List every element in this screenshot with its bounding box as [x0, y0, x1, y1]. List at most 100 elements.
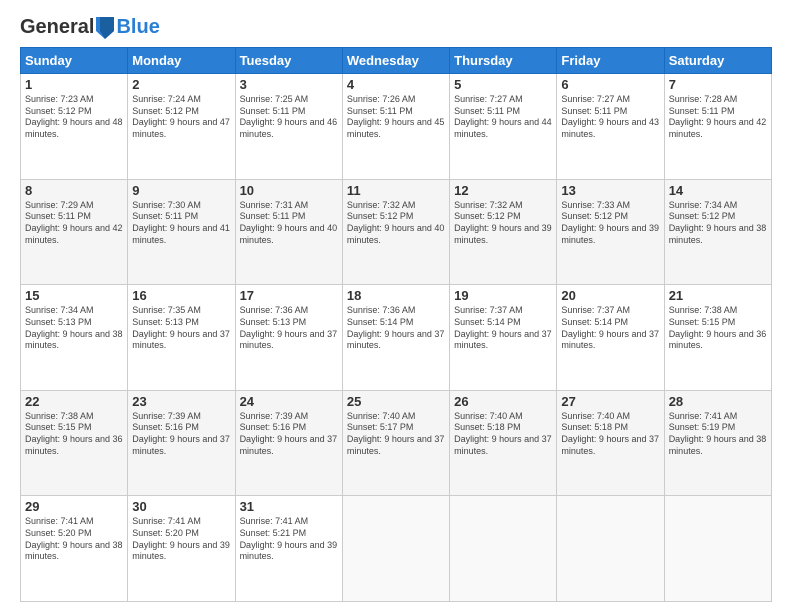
day-info: Sunrise: 7:40 AMSunset: 5:17 PMDaylight:…: [347, 411, 445, 456]
day-number: 18: [347, 288, 445, 303]
weekday-thursday: Thursday: [450, 48, 557, 74]
logo-blue: Blue: [116, 16, 159, 39]
day-number: 16: [132, 288, 230, 303]
day-number: 8: [25, 183, 123, 198]
day-cell-18: 18 Sunrise: 7:36 AMSunset: 5:14 PMDaylig…: [342, 285, 449, 391]
day-number: 28: [669, 394, 767, 409]
day-info: Sunrise: 7:38 AMSunset: 5:15 PMDaylight:…: [669, 305, 767, 350]
day-cell-27: 27 Sunrise: 7:40 AMSunset: 5:18 PMDaylig…: [557, 390, 664, 496]
day-number: 14: [669, 183, 767, 198]
day-info: Sunrise: 7:41 AMSunset: 5:21 PMDaylight:…: [240, 516, 338, 561]
calendar-body: 1 Sunrise: 7:23 AMSunset: 5:12 PMDayligh…: [21, 74, 772, 602]
day-info: Sunrise: 7:35 AMSunset: 5:13 PMDaylight:…: [132, 305, 230, 350]
day-cell-26: 26 Sunrise: 7:40 AMSunset: 5:18 PMDaylig…: [450, 390, 557, 496]
day-number: 13: [561, 183, 659, 198]
day-info: Sunrise: 7:38 AMSunset: 5:15 PMDaylight:…: [25, 411, 123, 456]
day-info: Sunrise: 7:29 AMSunset: 5:11 PMDaylight:…: [25, 200, 123, 245]
empty-cell: [664, 496, 771, 602]
week-row-4: 29 Sunrise: 7:41 AMSunset: 5:20 PMDaylig…: [21, 496, 772, 602]
day-cell-24: 24 Sunrise: 7:39 AMSunset: 5:16 PMDaylig…: [235, 390, 342, 496]
day-info: Sunrise: 7:25 AMSunset: 5:11 PMDaylight:…: [240, 94, 338, 139]
logo-general: General: [20, 16, 94, 39]
day-info: Sunrise: 7:27 AMSunset: 5:11 PMDaylight:…: [454, 94, 552, 139]
day-info: Sunrise: 7:26 AMSunset: 5:11 PMDaylight:…: [347, 94, 445, 139]
logo-icon: [96, 17, 114, 39]
weekday-saturday: Saturday: [664, 48, 771, 74]
day-number: 20: [561, 288, 659, 303]
day-number: 2: [132, 77, 230, 92]
day-info: Sunrise: 7:39 AMSunset: 5:16 PMDaylight:…: [132, 411, 230, 456]
day-number: 5: [454, 77, 552, 92]
day-cell-9: 9 Sunrise: 7:30 AMSunset: 5:11 PMDayligh…: [128, 179, 235, 285]
day-cell-7: 7 Sunrise: 7:28 AMSunset: 5:11 PMDayligh…: [664, 74, 771, 180]
day-cell-16: 16 Sunrise: 7:35 AMSunset: 5:13 PMDaylig…: [128, 285, 235, 391]
day-cell-4: 4 Sunrise: 7:26 AMSunset: 5:11 PMDayligh…: [342, 74, 449, 180]
week-row-3: 22 Sunrise: 7:38 AMSunset: 5:15 PMDaylig…: [21, 390, 772, 496]
day-info: Sunrise: 7:41 AMSunset: 5:20 PMDaylight:…: [132, 516, 230, 561]
day-cell-31: 31 Sunrise: 7:41 AMSunset: 5:21 PMDaylig…: [235, 496, 342, 602]
day-cell-14: 14 Sunrise: 7:34 AMSunset: 5:12 PMDaylig…: [664, 179, 771, 285]
day-info: Sunrise: 7:30 AMSunset: 5:11 PMDaylight:…: [132, 200, 230, 245]
day-cell-21: 21 Sunrise: 7:38 AMSunset: 5:15 PMDaylig…: [664, 285, 771, 391]
day-cell-30: 30 Sunrise: 7:41 AMSunset: 5:20 PMDaylig…: [128, 496, 235, 602]
day-number: 11: [347, 183, 445, 198]
day-number: 9: [132, 183, 230, 198]
weekday-tuesday: Tuesday: [235, 48, 342, 74]
header: General Blue: [20, 16, 772, 39]
empty-cell: [342, 496, 449, 602]
logo: General Blue: [20, 16, 160, 39]
day-cell-1: 1 Sunrise: 7:23 AMSunset: 5:12 PMDayligh…: [21, 74, 128, 180]
day-cell-25: 25 Sunrise: 7:40 AMSunset: 5:17 PMDaylig…: [342, 390, 449, 496]
day-cell-2: 2 Sunrise: 7:24 AMSunset: 5:12 PMDayligh…: [128, 74, 235, 180]
day-cell-17: 17 Sunrise: 7:36 AMSunset: 5:13 PMDaylig…: [235, 285, 342, 391]
day-cell-29: 29 Sunrise: 7:41 AMSunset: 5:20 PMDaylig…: [21, 496, 128, 602]
day-number: 27: [561, 394, 659, 409]
day-info: Sunrise: 7:27 AMSunset: 5:11 PMDaylight:…: [561, 94, 659, 139]
day-info: Sunrise: 7:31 AMSunset: 5:11 PMDaylight:…: [240, 200, 338, 245]
day-cell-8: 8 Sunrise: 7:29 AMSunset: 5:11 PMDayligh…: [21, 179, 128, 285]
day-number: 19: [454, 288, 552, 303]
day-number: 26: [454, 394, 552, 409]
day-info: Sunrise: 7:32 AMSunset: 5:12 PMDaylight:…: [347, 200, 445, 245]
weekday-header: SundayMondayTuesdayWednesdayThursdayFrid…: [21, 48, 772, 74]
day-info: Sunrise: 7:36 AMSunset: 5:14 PMDaylight:…: [347, 305, 445, 350]
calendar: SundayMondayTuesdayWednesdayThursdayFrid…: [20, 47, 772, 602]
day-cell-11: 11 Sunrise: 7:32 AMSunset: 5:12 PMDaylig…: [342, 179, 449, 285]
day-number: 15: [25, 288, 123, 303]
day-number: 29: [25, 499, 123, 514]
day-info: Sunrise: 7:40 AMSunset: 5:18 PMDaylight:…: [454, 411, 552, 456]
day-info: Sunrise: 7:41 AMSunset: 5:20 PMDaylight:…: [25, 516, 123, 561]
day-info: Sunrise: 7:23 AMSunset: 5:12 PMDaylight:…: [25, 94, 123, 139]
day-cell-10: 10 Sunrise: 7:31 AMSunset: 5:11 PMDaylig…: [235, 179, 342, 285]
day-number: 12: [454, 183, 552, 198]
day-info: Sunrise: 7:34 AMSunset: 5:13 PMDaylight:…: [25, 305, 123, 350]
day-cell-22: 22 Sunrise: 7:38 AMSunset: 5:15 PMDaylig…: [21, 390, 128, 496]
day-cell-6: 6 Sunrise: 7:27 AMSunset: 5:11 PMDayligh…: [557, 74, 664, 180]
weekday-wednesday: Wednesday: [342, 48, 449, 74]
empty-cell: [450, 496, 557, 602]
weekday-sunday: Sunday: [21, 48, 128, 74]
page: General Blue SundayMondayTuesdayWednesda…: [0, 0, 792, 612]
day-number: 30: [132, 499, 230, 514]
day-cell-13: 13 Sunrise: 7:33 AMSunset: 5:12 PMDaylig…: [557, 179, 664, 285]
day-number: 1: [25, 77, 123, 92]
day-info: Sunrise: 7:28 AMSunset: 5:11 PMDaylight:…: [669, 94, 767, 139]
day-info: Sunrise: 7:24 AMSunset: 5:12 PMDaylight:…: [132, 94, 230, 139]
day-info: Sunrise: 7:34 AMSunset: 5:12 PMDaylight:…: [669, 200, 767, 245]
week-row-0: 1 Sunrise: 7:23 AMSunset: 5:12 PMDayligh…: [21, 74, 772, 180]
day-number: 22: [25, 394, 123, 409]
day-cell-12: 12 Sunrise: 7:32 AMSunset: 5:12 PMDaylig…: [450, 179, 557, 285]
day-info: Sunrise: 7:41 AMSunset: 5:19 PMDaylight:…: [669, 411, 767, 456]
week-row-2: 15 Sunrise: 7:34 AMSunset: 5:13 PMDaylig…: [21, 285, 772, 391]
day-number: 23: [132, 394, 230, 409]
day-number: 10: [240, 183, 338, 198]
day-info: Sunrise: 7:39 AMSunset: 5:16 PMDaylight:…: [240, 411, 338, 456]
day-number: 7: [669, 77, 767, 92]
week-row-1: 8 Sunrise: 7:29 AMSunset: 5:11 PMDayligh…: [21, 179, 772, 285]
day-info: Sunrise: 7:37 AMSunset: 5:14 PMDaylight:…: [454, 305, 552, 350]
day-cell-15: 15 Sunrise: 7:34 AMSunset: 5:13 PMDaylig…: [21, 285, 128, 391]
day-info: Sunrise: 7:37 AMSunset: 5:14 PMDaylight:…: [561, 305, 659, 350]
day-number: 21: [669, 288, 767, 303]
empty-cell: [557, 496, 664, 602]
day-number: 24: [240, 394, 338, 409]
